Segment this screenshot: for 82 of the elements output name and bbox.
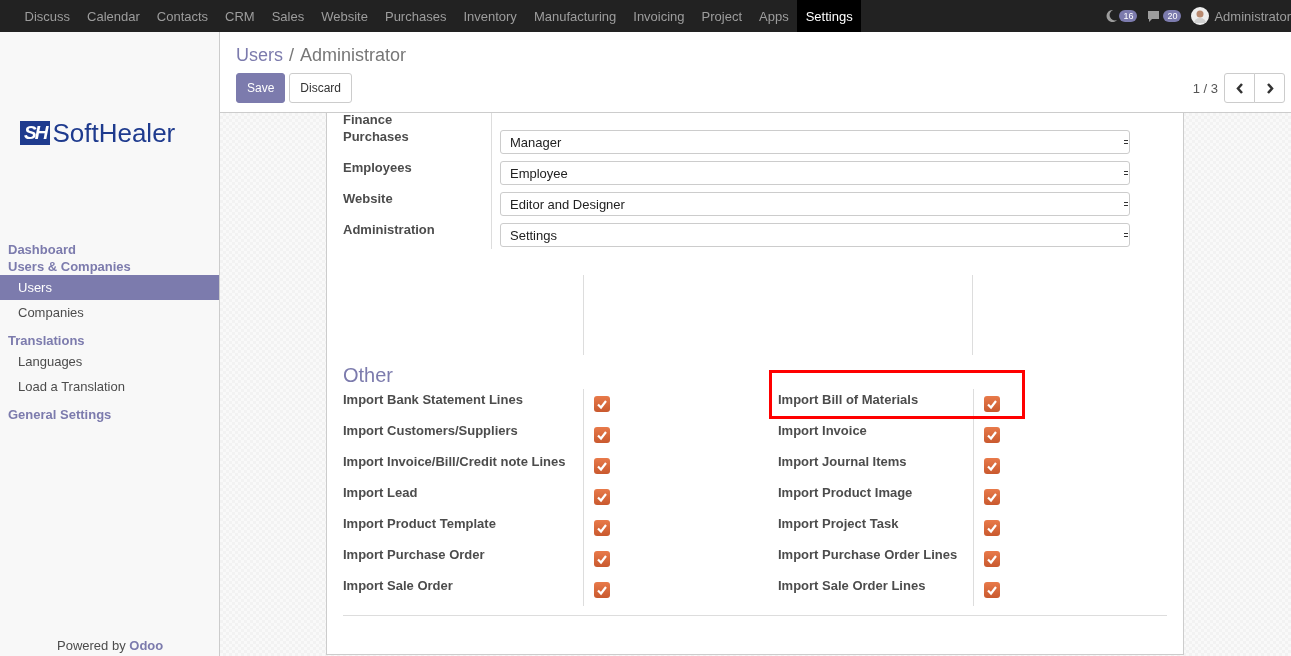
- section-title: Other: [343, 364, 395, 386]
- app-menu-item[interactable]: Sales: [263, 0, 313, 32]
- checkbox-label: Import Product Image: [778, 484, 914, 502]
- menu-section-link[interactable]: Users & Companies: [0, 258, 219, 275]
- checkbox-label: Import Customers/Suppliers: [343, 422, 519, 440]
- dropdown-caret-icon: [1124, 199, 1129, 209]
- checkbox-label: Import Product Template: [343, 515, 497, 533]
- menu-section-link[interactable]: Dashboard: [0, 240, 219, 258]
- menu-item[interactable]: Companies: [0, 300, 219, 325]
- avatar-icon: [1191, 7, 1210, 25]
- checkbox[interactable]: [594, 427, 610, 443]
- app-menu-item[interactable]: Contacts: [148, 0, 217, 32]
- app-menu-item[interactable]: Website: [312, 0, 377, 32]
- app-menu-item[interactable]: Settings: [797, 0, 862, 32]
- dropdown-caret-icon: [1124, 168, 1129, 178]
- checkbox-label: Import Sale Order Lines: [778, 577, 927, 595]
- checkbox[interactable]: [984, 551, 1000, 567]
- checkbox-label: Import Purchase Order: [343, 546, 486, 564]
- discard-button[interactable]: Discard: [289, 73, 353, 103]
- select-field[interactable]: Employee: [500, 161, 1130, 185]
- activity-count-badge: 16: [1119, 10, 1138, 22]
- checkbox-label: Import Bank Statement Lines: [343, 391, 524, 409]
- checkbox[interactable]: [984, 520, 1000, 536]
- app-menu-item[interactable]: Apps: [750, 0, 798, 32]
- field-label: Finance: [343, 113, 492, 126]
- breadcrumb-link[interactable]: Users: [236, 45, 283, 67]
- checkbox[interactable]: [594, 582, 610, 598]
- dropdown-caret-icon: [1124, 137, 1129, 147]
- checkbox-label: Import Invoice: [778, 422, 868, 440]
- select-field[interactable]: Manager: [500, 130, 1130, 154]
- field-label: Website: [343, 188, 492, 219]
- checkbox-label: Import Journal Items: [778, 453, 908, 471]
- checkbox[interactable]: [984, 458, 1000, 474]
- field-label: Purchases: [343, 126, 492, 157]
- message-count-badge: 20: [1163, 10, 1182, 22]
- app-menu-item[interactable]: Discuss: [16, 0, 79, 32]
- checkbox[interactable]: [594, 520, 610, 536]
- checkbox-label: Import Project Task: [778, 515, 900, 533]
- app-menu-item[interactable]: Manufacturing: [525, 0, 625, 32]
- menu-section-link[interactable]: General Settings: [0, 405, 219, 423]
- logo-mark: SH: [20, 121, 51, 145]
- field-label: Employees: [343, 157, 492, 188]
- next-button[interactable]: [1254, 73, 1285, 103]
- user-menu[interactable]: Administrator: [1191, 7, 1291, 25]
- checkbox-label: Import Lead: [343, 484, 419, 502]
- checkbox[interactable]: [594, 396, 610, 412]
- powered-by-text: Powered by: [57, 638, 127, 653]
- chevron-right-icon: [1265, 82, 1274, 94]
- checkbox[interactable]: [594, 458, 610, 474]
- checkbox-label: Import Sale Order: [343, 577, 454, 595]
- checkbox[interactable]: [984, 396, 1000, 412]
- chevron-left-icon: [1235, 82, 1244, 94]
- checkbox[interactable]: [984, 582, 1000, 598]
- app-menu-item[interactable]: Inventory: [454, 0, 526, 32]
- select-field[interactable]: Editor and Designer: [500, 192, 1130, 216]
- checkbox[interactable]: [594, 551, 610, 567]
- breadcrumb-separator: /: [289, 45, 295, 67]
- checkbox-label: Import Invoice/Bill/Credit note Lines: [343, 453, 567, 471]
- checkbox-label: Import Purchase Order Lines: [778, 546, 959, 564]
- menu-item[interactable]: Languages: [0, 349, 219, 374]
- checkbox[interactable]: [984, 427, 1000, 443]
- save-button[interactable]: Save: [236, 73, 286, 103]
- activity-icon[interactable]: [1104, 9, 1119, 23]
- app-menu-item[interactable]: Project: [693, 0, 751, 32]
- menu-section-link[interactable]: Translations: [0, 331, 219, 349]
- dropdown-caret-icon: [1124, 230, 1129, 240]
- logo-text: SoftHealer: [52, 118, 176, 148]
- app-menu-item[interactable]: Invoicing: [624, 0, 694, 32]
- checkbox[interactable]: [984, 489, 1000, 505]
- menu-item[interactable]: Users: [0, 275, 219, 300]
- field-label: Administration: [343, 219, 492, 249]
- app-menu-item[interactable]: Purchases: [376, 0, 455, 32]
- previous-button[interactable]: [1224, 73, 1255, 103]
- odoo-link[interactable]: Odoo: [129, 638, 164, 653]
- checkbox[interactable]: [594, 489, 610, 505]
- app-menu-item[interactable]: Calendar: [78, 0, 149, 32]
- app-menu-item[interactable]: CRM: [216, 0, 264, 32]
- menu-item[interactable]: Load a Translation: [0, 374, 219, 399]
- checkbox-label: Import Bill of Materials: [778, 391, 920, 409]
- pager-counter: 1 / 3: [1192, 80, 1218, 96]
- breadcrumb-current: Administrator: [300, 45, 407, 67]
- select-field[interactable]: Settings: [500, 223, 1130, 247]
